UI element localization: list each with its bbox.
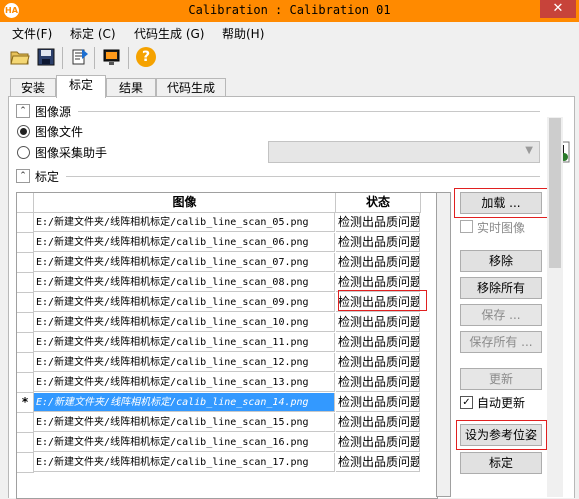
- live-image-label: 实时图像: [477, 221, 526, 235]
- menu-code-generation[interactable]: 代码生成 (G): [134, 25, 204, 42]
- row-marker: [17, 353, 34, 373]
- table-row[interactable]: E:/新建文件夹/线阵相机标定/calib_line_scan_12.png 检测…: [17, 353, 437, 373]
- table-row[interactable]: E:/新建文件夹/线阵相机标定/calib_line_scan_16.png 检测…: [17, 433, 437, 453]
- set-reference-pose-button[interactable]: 设为参考位姿: [460, 424, 542, 446]
- image-path-cell[interactable]: E:/新建文件夹/线阵相机标定/calib_line_scan_17.png: [34, 453, 335, 472]
- status-cell[interactable]: 检测出品质问题: [336, 393, 420, 412]
- toolbar-separator: [94, 47, 95, 69]
- live-image-checkbox[interactable]: [460, 220, 473, 233]
- chevron-down-icon: ▼: [525, 145, 533, 156]
- status-cell[interactable]: 检测出品质问题: [336, 213, 420, 232]
- status-cell[interactable]: 检测出品质问题: [336, 453, 420, 472]
- image-path-cell[interactable]: E:/新建文件夹/线阵相机标定/calib_line_scan_06.png: [34, 233, 335, 252]
- status-cell[interactable]: 检测出品质问题: [336, 253, 420, 272]
- acquisition-assistant-dropdown[interactable]: ▼: [268, 141, 540, 163]
- open-folder-icon[interactable]: [10, 47, 30, 67]
- save-icon[interactable]: [36, 47, 56, 67]
- table-row[interactable]: E:/新建文件夹/线阵相机标定/calib_line_scan_15.png 检测…: [17, 413, 437, 433]
- section-divider: [78, 111, 540, 112]
- status-cell[interactable]: 检测出品质问题: [336, 353, 420, 372]
- save-all-button[interactable]: 保存所有 ...: [460, 331, 542, 353]
- window-title: Calibration : Calibration 01: [188, 3, 391, 17]
- table-row[interactable]: * E:/新建文件夹/线阵相机标定/calib_line_scan_14.png 检…: [17, 393, 437, 413]
- row-marker: [17, 313, 34, 333]
- image-path-cell[interactable]: E:/新建文件夹/线阵相机标定/calib_line_scan_15.png: [34, 413, 335, 432]
- calibrate-button[interactable]: 标定: [460, 452, 542, 474]
- row-marker: *: [17, 393, 34, 413]
- row-marker: [17, 373, 34, 393]
- toolbar-separator: [128, 47, 129, 69]
- row-marker: [17, 233, 34, 253]
- update-button[interactable]: 更新: [460, 368, 542, 390]
- table-row[interactable]: E:/新建文件夹/线阵相机标定/calib_line_scan_10.png 检测…: [17, 313, 437, 333]
- status-cell[interactable]: 检测出品质问题: [336, 233, 420, 252]
- panel-scrollbar-thumb[interactable]: [549, 118, 561, 268]
- row-marker: [17, 213, 34, 233]
- tab-install[interactable]: 安装: [10, 78, 56, 97]
- remove-all-button[interactable]: 移除所有: [460, 277, 542, 299]
- section-divider: [66, 176, 540, 177]
- menu-file[interactable]: 文件(F): [12, 25, 52, 42]
- image-source-heading: 图像源: [35, 105, 72, 119]
- calibration-heading: 标定: [35, 170, 60, 184]
- acquisition-assistant-label: 图像采集助手: [35, 146, 108, 160]
- image-path-cell[interactable]: E:/新建文件夹/线阵相机标定/calib_line_scan_09.png: [34, 293, 335, 312]
- table-header-status[interactable]: 状态: [336, 193, 421, 213]
- image-path-cell[interactable]: E:/新建文件夹/线阵相机标定/calib_line_scan_12.png: [34, 353, 335, 372]
- image-path-cell[interactable]: E:/新建文件夹/线阵相机标定/calib_line_scan_14.png: [34, 393, 335, 412]
- status-cell[interactable]: 检测出品质问题: [336, 313, 420, 332]
- table-row[interactable]: E:/新建文件夹/线阵相机标定/calib_line_scan_06.png 检测…: [17, 233, 437, 253]
- auto-update-checkbox[interactable]: ✓: [460, 396, 473, 409]
- row-marker: [17, 433, 34, 453]
- auto-update-label: 自动更新: [477, 396, 526, 410]
- menu-calibrate[interactable]: 标定 (C): [70, 25, 116, 42]
- acquisition-assistant-radio[interactable]: [17, 146, 30, 159]
- table-header-image[interactable]: 图像: [34, 193, 336, 213]
- image-file-label: 图像文件: [35, 125, 84, 139]
- image-path-cell[interactable]: E:/新建文件夹/线阵相机标定/calib_line_scan_07.png: [34, 253, 335, 272]
- tab-code-generation[interactable]: 代码生成: [156, 78, 226, 97]
- toolbar-separator: [62, 47, 63, 69]
- image-path-cell[interactable]: E:/新建文件夹/线阵相机标定/calib_line_scan_05.png: [34, 213, 335, 232]
- table-row[interactable]: E:/新建文件夹/线阵相机标定/calib_line_scan_07.png 检测…: [17, 253, 437, 273]
- save-button[interactable]: 保存 ...: [460, 304, 542, 326]
- table-header-marker: [17, 193, 34, 213]
- menu-bar: 文件(F) 标定 (C) 代码生成 (G) 帮助(H): [0, 22, 579, 42]
- collapse-image-source-button[interactable]: ⌃: [16, 104, 30, 118]
- row-marker: [17, 293, 34, 313]
- row-marker: [17, 253, 34, 273]
- remove-button[interactable]: 移除: [460, 250, 542, 272]
- table-row[interactable]: E:/新建文件夹/线阵相机标定/calib_line_scan_11.png 检测…: [17, 333, 437, 353]
- status-cell[interactable]: 检测出品质问题: [336, 333, 420, 352]
- status-highlight-box: [338, 290, 427, 311]
- table-row[interactable]: E:/新建文件夹/线阵相机标定/calib_line_scan_17.png 检测…: [17, 453, 437, 473]
- image-path-cell[interactable]: E:/新建文件夹/线阵相机标定/calib_line_scan_10.png: [34, 313, 335, 332]
- status-cell[interactable]: 检测出品质问题: [336, 433, 420, 452]
- load-button[interactable]: 加载 ...: [460, 192, 542, 214]
- help-icon[interactable]: ?: [136, 47, 156, 67]
- image-path-cell[interactable]: E:/新建文件夹/线阵相机标定/calib_line_scan_11.png: [34, 333, 335, 352]
- export-icon[interactable]: [70, 47, 90, 67]
- row-marker: [17, 413, 34, 433]
- status-cell[interactable]: 检测出品质问题: [336, 373, 420, 392]
- row-marker: [17, 333, 34, 353]
- calibration-image-table: 图像 状态 E:/新建文件夹/线阵相机标定/calib_line_scan_05…: [16, 192, 438, 499]
- tab-results[interactable]: 结果: [106, 78, 156, 97]
- image-path-cell[interactable]: E:/新建文件夹/线阵相机标定/calib_line_scan_13.png: [34, 373, 335, 392]
- close-button[interactable]: ✕: [540, 0, 576, 18]
- row-marker: [17, 453, 34, 473]
- table-scrollbar[interactable]: [436, 192, 451, 497]
- table-row[interactable]: E:/新建文件夹/线阵相机标定/calib_line_scan_13.png 检测…: [17, 373, 437, 393]
- collapse-calibration-button[interactable]: ⌃: [16, 169, 30, 183]
- menu-help[interactable]: 帮助(H): [222, 25, 264, 42]
- status-cell[interactable]: 检测出品质问题: [336, 413, 420, 432]
- row-marker: [17, 273, 34, 293]
- table-row[interactable]: E:/新建文件夹/线阵相机标定/calib_line_scan_05.png 检测…: [17, 213, 437, 233]
- image-acquisition-icon[interactable]: [102, 47, 122, 67]
- toolbar: ?: [0, 42, 579, 72]
- image-path-cell[interactable]: E:/新建文件夹/线阵相机标定/calib_line_scan_08.png: [34, 273, 335, 292]
- image-path-cell[interactable]: E:/新建文件夹/线阵相机标定/calib_line_scan_16.png: [34, 433, 335, 452]
- image-file-radio[interactable]: [17, 125, 30, 138]
- tab-calibrate[interactable]: 标定: [56, 75, 106, 98]
